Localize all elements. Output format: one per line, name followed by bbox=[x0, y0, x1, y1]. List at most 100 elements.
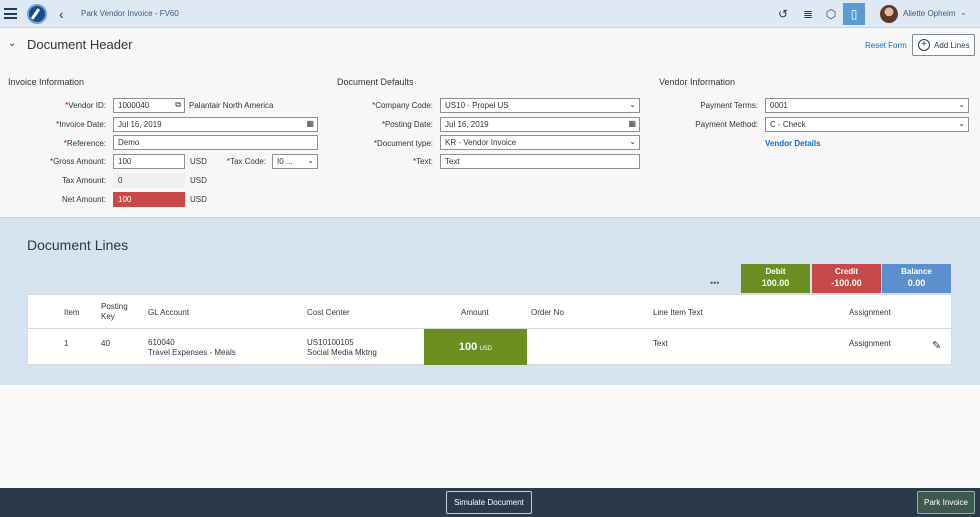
gl-account-desc: Travel Expenses - Meals bbox=[148, 348, 236, 357]
col-item: Item bbox=[64, 308, 80, 317]
document-icon[interactable]: ▯ bbox=[843, 3, 865, 25]
add-icon: + bbox=[918, 39, 930, 51]
document-type-select[interactable]: KR - Vendor Invoice ⌄ bbox=[440, 135, 640, 150]
company-code-label: *Company Code: bbox=[372, 101, 433, 110]
calendar-icon[interactable]: ▦ bbox=[306, 119, 314, 128]
cell-amount[interactable]: 100 USD bbox=[424, 329, 527, 365]
col-cost-center: Cost Center bbox=[307, 308, 350, 317]
col-assignment: Assignment bbox=[849, 308, 891, 317]
net-unit: USD bbox=[190, 195, 207, 204]
payment-method-select[interactable]: C - Check ⌄ bbox=[765, 117, 969, 132]
park-invoice-button[interactable]: Park Invoice bbox=[917, 491, 975, 514]
col-line-item-text: Line Item Text bbox=[653, 308, 703, 317]
credit-total: Credit -100.00 bbox=[812, 264, 881, 293]
invoice-date-label: *Invoice Date: bbox=[56, 120, 106, 129]
calendar-icon[interactable]: ▦ bbox=[628, 119, 636, 128]
col-gl-account: GL Account bbox=[148, 308, 190, 317]
chevron-down-icon: ⌄ bbox=[307, 156, 314, 165]
payment-terms-select[interactable]: 0001 ⌄ bbox=[765, 98, 969, 113]
amount-unit: USD bbox=[479, 346, 493, 352]
vendor-information-title: Vendor Information bbox=[659, 77, 736, 87]
content-empty-area bbox=[0, 385, 980, 488]
posting-date-field[interactable]: Jul 16, 2019 ▦ bbox=[440, 117, 640, 132]
add-lines-button[interactable]: + Add Lines bbox=[912, 34, 975, 56]
cell-assignment: Assignment bbox=[849, 339, 891, 348]
tax-code-label: *Tax Code: bbox=[226, 157, 266, 166]
cell-posting-key: 40 bbox=[101, 339, 110, 348]
document-lines-title: Document Lines bbox=[27, 237, 129, 253]
invoice-information-title: Invoice Information bbox=[8, 77, 85, 87]
net-amount-label: Net Amount: bbox=[61, 195, 106, 204]
cell-item: 1 bbox=[64, 339, 69, 348]
user-name[interactable]: Aliette Opheim bbox=[903, 9, 955, 18]
copy-icon[interactable]: ⧉ bbox=[175, 100, 181, 110]
tax-amount-field: 0 bbox=[113, 173, 185, 188]
cube-icon[interactable]: ⬡ bbox=[823, 6, 839, 22]
cell-line-item-text: Text bbox=[653, 339, 668, 348]
col-posting-key: Posting Key bbox=[101, 302, 128, 321]
col-order-no: Order No bbox=[531, 308, 564, 317]
net-amount-field: 100 bbox=[113, 192, 185, 207]
amount-value: 100 bbox=[458, 341, 478, 353]
balance-total: Balance 0.00 bbox=[882, 264, 951, 293]
vendor-id-label: *Vendor ID: bbox=[65, 101, 106, 110]
text-field[interactable]: Text bbox=[440, 154, 640, 169]
balance-label: Balance bbox=[901, 267, 932, 276]
collapse-chevron-icon[interactable]: ⌄ bbox=[8, 38, 16, 49]
credit-label: Credit bbox=[834, 267, 859, 276]
table-header: Item Posting Key GL Account Cost Center … bbox=[28, 295, 951, 329]
cost-center-desc: Social Media Mktng bbox=[307, 348, 377, 357]
gross-amount-field[interactable]: 100 bbox=[113, 154, 185, 169]
chevron-down-icon[interactable]: ⌄ bbox=[960, 8, 967, 17]
balance-value: 0.00 bbox=[907, 278, 926, 288]
undo-icon[interactable]: ↺ bbox=[775, 6, 791, 22]
invoice-date-field[interactable]: Jul 16, 2019 ▦ bbox=[113, 117, 318, 132]
shell-bar: ‹ Park Vendor Invoice - FV60 ↺ ≣ ⬡ ▯ Ali… bbox=[0, 0, 980, 28]
document-type-label: *Document type: bbox=[373, 139, 433, 148]
back-icon[interactable]: ‹ bbox=[59, 6, 64, 22]
document-header-title: Document Header bbox=[27, 37, 133, 52]
menu-icon[interactable] bbox=[4, 8, 17, 19]
app-logo[interactable] bbox=[27, 4, 47, 24]
list-icon[interactable]: ≣ bbox=[800, 6, 816, 22]
reference-label: *Reference: bbox=[63, 139, 106, 148]
debit-value: 100.00 bbox=[761, 278, 790, 288]
cell-cost-center: US10100105 Social Media Mktng bbox=[307, 338, 377, 358]
avatar[interactable] bbox=[880, 5, 898, 23]
gross-amount-label: *Gross Amount: bbox=[49, 157, 106, 166]
chevron-down-icon: ⌄ bbox=[958, 100, 965, 109]
vendor-id-field[interactable]: 1000040 ⧉ bbox=[113, 98, 185, 113]
footer-bar: Simulate Document Park Invoice bbox=[0, 488, 980, 517]
debit-total: Debit 100.00 bbox=[741, 264, 810, 293]
col-amount: Amount bbox=[461, 308, 489, 317]
tax-code-select[interactable]: I0 ... ⌄ bbox=[272, 154, 318, 169]
credit-value: -100.00 bbox=[831, 278, 862, 288]
text-label: *Text: bbox=[412, 157, 433, 166]
payment-terms-label: Payment Terms: bbox=[700, 101, 758, 110]
more-icon[interactable]: ••• bbox=[710, 278, 719, 288]
vendor-details-link[interactable]: Vendor Details bbox=[765, 139, 821, 148]
document-lines-table: Item Posting Key GL Account Cost Center … bbox=[27, 294, 952, 365]
document-defaults-title: Document Defaults bbox=[337, 77, 414, 87]
gross-unit: USD bbox=[190, 157, 207, 166]
cost-center-number: US10100105 bbox=[307, 338, 354, 347]
debit-label: Debit bbox=[765, 267, 786, 276]
chevron-down-icon: ⌄ bbox=[958, 119, 965, 128]
payment-method-label: Payment Method: bbox=[695, 120, 758, 129]
chevron-down-icon: ⌄ bbox=[629, 137, 636, 146]
chevron-down-icon: ⌄ bbox=[629, 100, 636, 109]
tax-unit: USD bbox=[190, 176, 207, 185]
company-code-select[interactable]: US10 - Propel US ⌄ bbox=[440, 98, 640, 113]
cell-gl-account: 610040 Travel Expenses - Meals bbox=[148, 338, 236, 358]
vendor-name: Palantair North America bbox=[189, 101, 274, 110]
add-lines-label: Add Lines bbox=[934, 41, 970, 50]
edit-icon[interactable]: ✎ bbox=[932, 339, 941, 352]
tax-amount-label: Tax Amount: bbox=[61, 176, 106, 185]
reset-form-link[interactable]: Reset Form bbox=[865, 41, 907, 50]
posting-date-label: *Posting Date: bbox=[381, 120, 433, 129]
simulate-document-button[interactable]: Simulate Document bbox=[446, 491, 532, 514]
app-title: Park Vendor Invoice - FV60 bbox=[81, 9, 179, 18]
reference-field[interactable]: Demo bbox=[113, 135, 318, 150]
document-header-bar: ⌄ Document Header Reset Form + Add Lines bbox=[0, 29, 980, 61]
gl-account-number: 610040 bbox=[148, 338, 175, 347]
